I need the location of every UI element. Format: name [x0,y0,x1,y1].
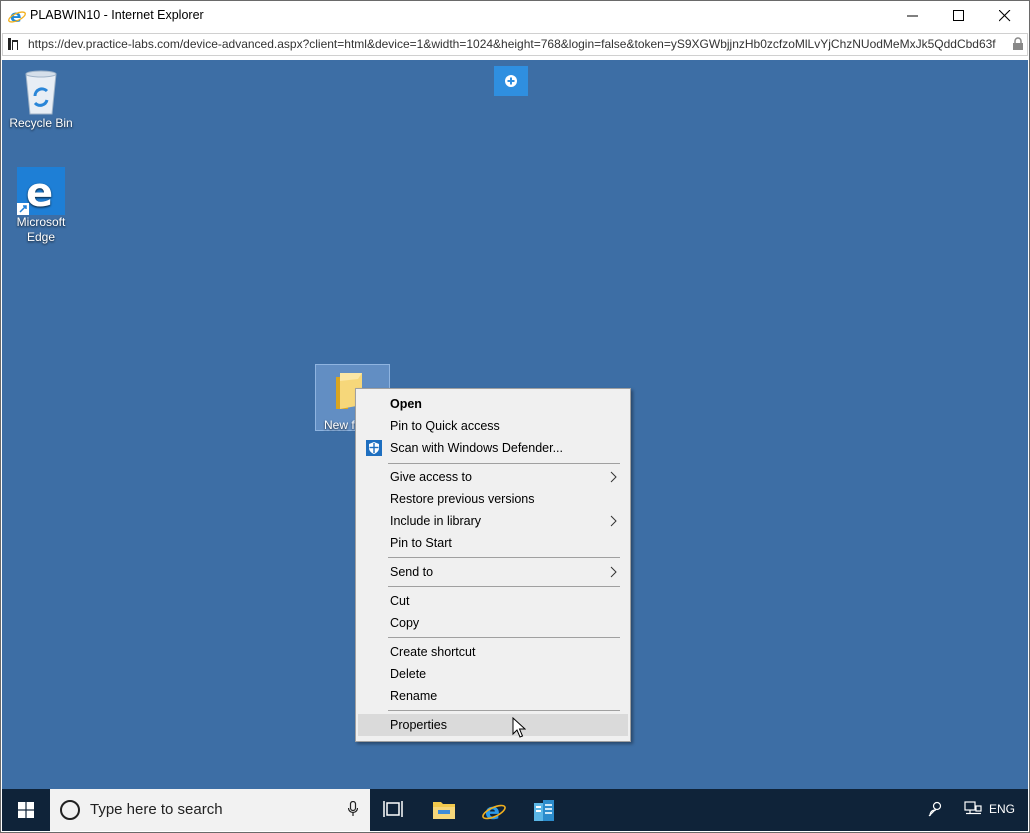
lock-icon [1012,37,1024,56]
menu-item-pin-quick-access[interactable]: Pin to Quick access [358,415,628,437]
menu-item-rename[interactable]: Rename [358,685,628,707]
close-button[interactable] [982,0,1028,32]
search-placeholder: Type here to search [90,801,223,818]
taskbar-internet-explorer[interactable]: e [470,789,518,831]
microphone-icon[interactable] [348,801,358,817]
menu-item-copy[interactable]: Copy [358,612,628,634]
file-explorer-icon [433,802,455,819]
menu-item-open[interactable]: Open [358,393,628,415]
edge-icon: e [17,167,65,215]
start-button[interactable] [2,789,50,831]
menu-item-send-to[interactable]: Send to [358,561,628,583]
chevron-right-icon [610,471,617,483]
internet-explorer-icon: e [8,7,26,27]
menu-separator [388,557,620,558]
minimize-button[interactable] [890,0,936,32]
taskbar-file-explorer[interactable] [420,789,468,831]
window-title: PLABWIN10 - Internet Explorer [30,8,204,22]
taskbar-search-box[interactable]: Type here to search [50,789,370,831]
edge-label-line2: Edge [26,230,56,244]
chevron-right-icon [610,566,617,578]
internet-explorer-icon: e [482,800,506,823]
maximize-button[interactable] [936,0,982,32]
menu-item-delete[interactable]: Delete [358,663,628,685]
network-icon[interactable] [964,801,982,817]
minimize-icon [907,15,918,17]
task-view-button[interactable] [370,789,418,831]
language-indicator[interactable]: ENG [989,802,1015,816]
server-manager-icon [534,800,554,821]
remote-toolbar-button[interactable] [494,66,528,96]
cortana-icon [60,800,80,820]
task-view-icon [383,801,403,817]
desktop-icon-microsoft-edge[interactable]: e Microsoft Edge [3,167,79,245]
menu-separator [388,637,620,638]
menu-item-restore-versions[interactable]: Restore previous versions [358,488,628,510]
menu-item-create-shortcut[interactable]: Create shortcut [358,641,628,663]
recycle-bin-icon [25,70,57,115]
menu-item-cut[interactable]: Cut [358,590,628,612]
desktop-icon-recycle-bin[interactable]: Recycle Bin [3,68,79,131]
menu-item-give-access[interactable]: Give access to [358,466,628,488]
menu-separator [388,586,620,587]
menu-item-scan-defender[interactable]: Scan with Windows Defender... [358,437,628,459]
folder-label: New f [324,418,355,432]
maximize-icon [953,10,964,21]
mouse-cursor-icon [512,717,526,738]
menu-separator [388,463,620,464]
title-bar: e PLABWIN10 - Internet Explorer [0,0,1030,32]
people-icon[interactable] [928,801,944,817]
edge-label-line1: Microsoft [16,215,66,229]
chevron-right-icon [610,515,617,527]
menu-item-include-library[interactable]: Include in library [358,510,628,532]
url-text[interactable]: https://dev.practice-labs.com/device-adv… [28,37,1008,51]
windows-defender-icon [366,440,382,456]
recycle-bin-label: Recycle Bin [9,116,73,130]
windows-logo-icon [18,802,34,818]
context-menu: Open Pin to Quick access Scan with Windo… [355,388,631,742]
site-favicon-icon [7,37,21,51]
address-bar[interactable]: https://dev.practice-labs.com/device-adv… [2,33,1028,56]
menu-item-properties[interactable]: Properties [358,714,628,736]
taskbar: Type here to search e ENG [2,789,1028,831]
menu-separator [388,710,620,711]
svg-text:e: e [26,170,53,215]
menu-item-pin-start[interactable]: Pin to Start [358,532,628,554]
close-icon [999,10,1011,22]
expand-plus-icon [505,75,517,87]
taskbar-server-manager[interactable] [520,789,568,831]
